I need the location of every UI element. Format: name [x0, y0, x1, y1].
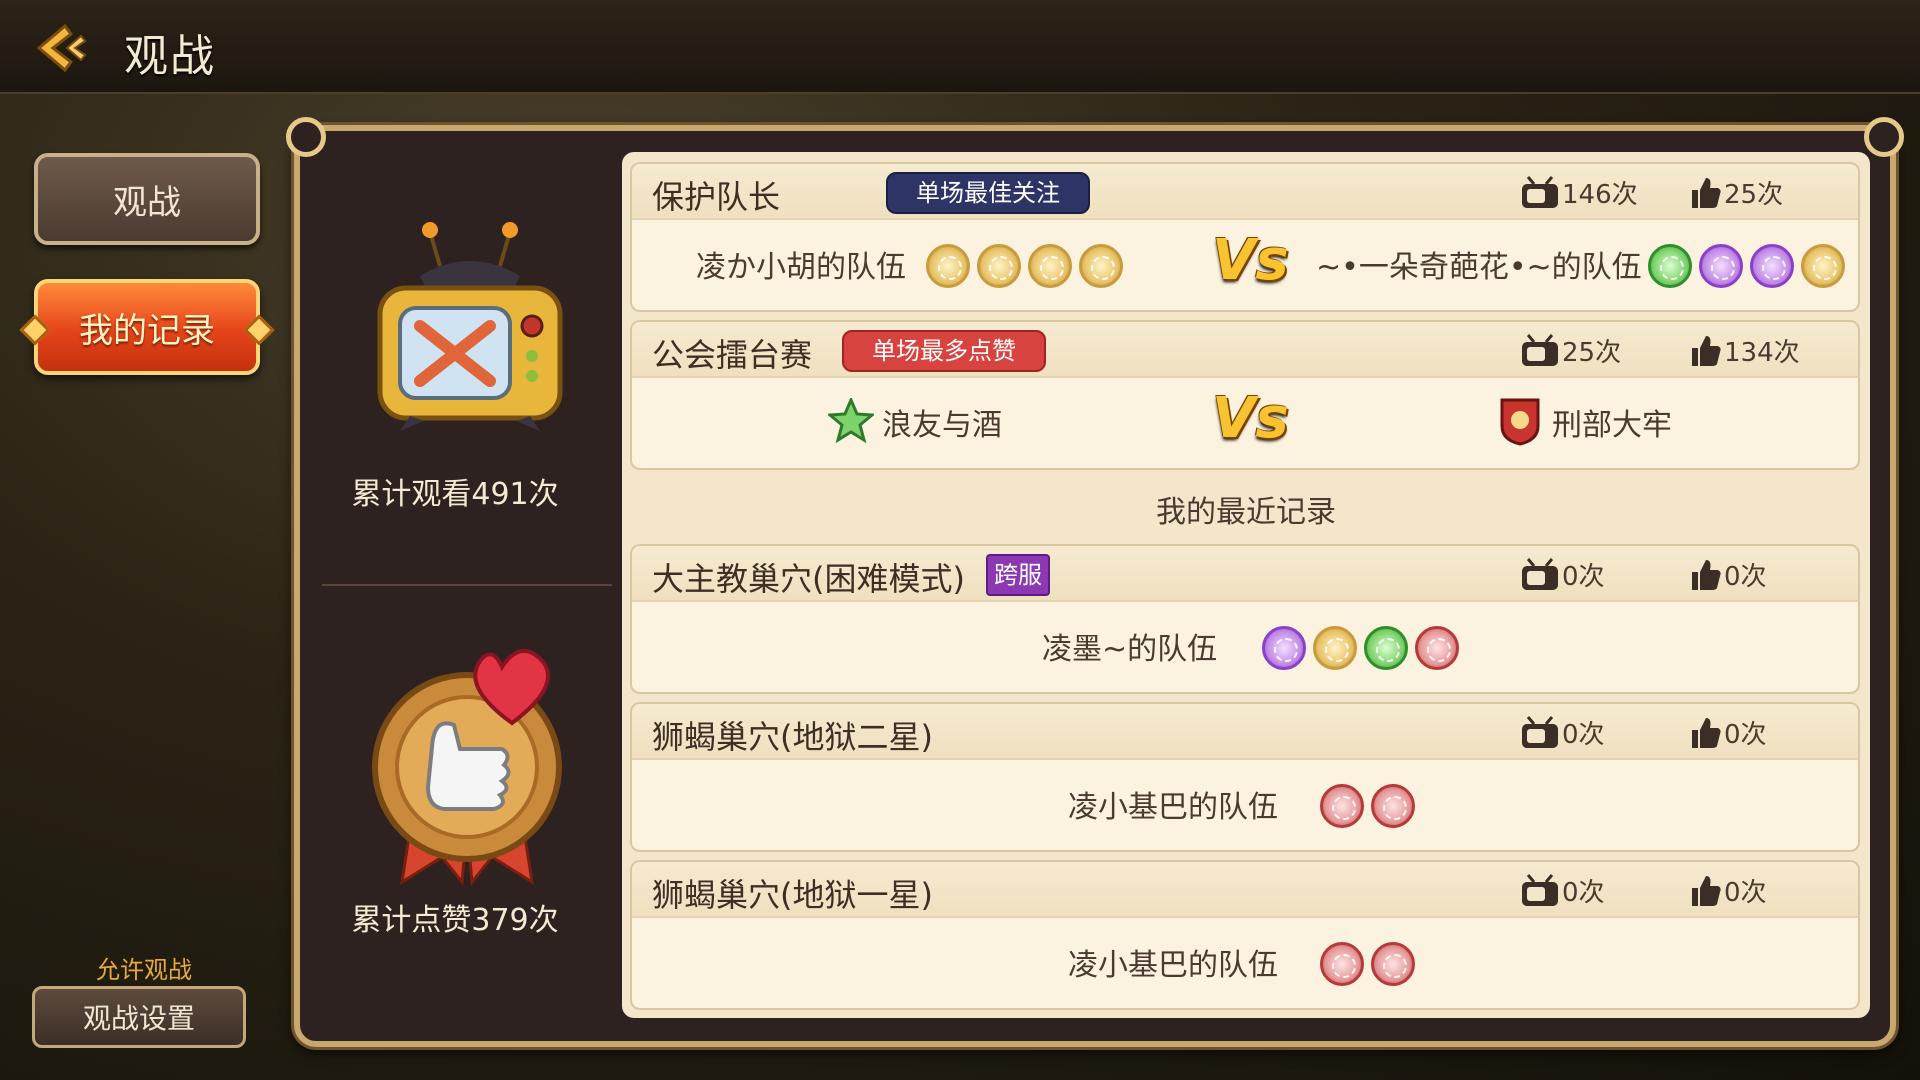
- hero-portrait-icon: [926, 244, 970, 288]
- match-title: 保护队长: [652, 178, 781, 216]
- hero-portrait-icon: [1699, 244, 1743, 288]
- like-count[interactable]: 0次: [1690, 556, 1767, 593]
- stats-divider: [322, 584, 612, 586]
- match-card[interactable]: 公会擂台赛 单场最多点赞 25次 134次 浪友与酒 Vs 刑部大牢: [630, 320, 1860, 470]
- team-name: 凌墨~的队伍: [1042, 632, 1218, 667]
- record-card[interactable]: 狮蝎巢穴(地狱一星) 0次 0次 凌小基巴的队伍: [630, 860, 1860, 1010]
- view-count-value: 25次: [1562, 338, 1622, 368]
- thumbs-up-icon: [1692, 177, 1721, 208]
- team-name: 凌小基巴的队伍: [1068, 948, 1278, 983]
- right-guild-name: 刑部大牢: [1552, 408, 1672, 443]
- record-title: 狮蝎巢穴(地狱一星): [652, 876, 933, 914]
- tv-icon: [1522, 873, 1558, 906]
- thumbs-up-icon: [1692, 717, 1721, 748]
- view-count-value: 146次: [1562, 180, 1638, 210]
- best-attention-badge: 单场最佳关注: [886, 172, 1090, 214]
- back-arrow-icon: [36, 23, 87, 73]
- match-title: 公会擂台赛: [652, 336, 813, 374]
- left-team-name: 凌か小胡的队伍: [696, 250, 906, 285]
- like-count-value: 134次: [1724, 338, 1800, 368]
- record-title: 狮蝎巢穴(地狱二星): [652, 718, 933, 756]
- hero-portrait-icon: [1079, 244, 1123, 288]
- tv-icon: [1522, 175, 1558, 208]
- tv-icon: [1522, 715, 1558, 748]
- tab-left-ornament: [19, 314, 51, 346]
- view-count-value: 0次: [1562, 562, 1605, 592]
- record-title: 大主教巢穴(困难模式): [652, 560, 965, 598]
- spectate-settings-label: 观战设置: [82, 1002, 195, 1035]
- vs-label: Vs: [1212, 228, 1289, 293]
- thumbs-up-icon: [1692, 335, 1721, 366]
- my-records-tab[interactable]: 我的记录: [19, 279, 275, 375]
- right-team-name: ~•一朵奇葩花•~的队伍: [1316, 250, 1642, 285]
- frame-corner-ornament: [1864, 117, 1904, 157]
- hero-portrait-icon: [1750, 244, 1794, 288]
- left-guild-name: 浪友与酒: [882, 408, 1002, 443]
- view-count: 0次: [1520, 714, 1605, 751]
- my-records-tab-label: 我的记录: [79, 310, 215, 351]
- spectate-tab-label: 观战: [113, 182, 181, 223]
- hero-portrait-icon: [977, 244, 1021, 288]
- view-count: 146次: [1520, 174, 1638, 211]
- like-count-value: 25次: [1724, 180, 1784, 210]
- guild-emblem-icon: [1500, 398, 1540, 446]
- view-count: 0次: [1520, 556, 1605, 593]
- total-views-label: 累计观看491次: [351, 477, 559, 512]
- hero-portrait-icon: [1648, 244, 1692, 288]
- view-count: 25次: [1520, 332, 1621, 369]
- view-count-value: 0次: [1562, 720, 1605, 750]
- like-count-value: 0次: [1724, 562, 1767, 592]
- most-likes-badge: 单场最多点赞: [842, 330, 1046, 372]
- like-count[interactable]: 0次: [1690, 714, 1767, 751]
- cross-server-badge: 跨服: [986, 554, 1050, 596]
- like-count-value: 0次: [1724, 878, 1767, 908]
- like-count-value: 0次: [1724, 720, 1767, 750]
- top-bar: 观战: [0, 0, 1920, 94]
- team-name: 凌小基巴的队伍: [1068, 790, 1278, 825]
- record-card[interactable]: 大主教巢穴(困难模式) 跨服 0次 0次 凌墨~的队伍: [630, 544, 1860, 694]
- view-count-value: 0次: [1562, 878, 1605, 908]
- like-medal-icon: [372, 649, 562, 886]
- back-button[interactable]: [26, 18, 96, 78]
- records-list: 保护队长 单场最佳关注 146次 25次 凌か小胡的队伍 Vs ~•一朵奇葩花•…: [622, 152, 1870, 1018]
- view-count: 0次: [1520, 872, 1605, 909]
- hero-portrait-icon: [1313, 626, 1357, 670]
- like-count[interactable]: 134次: [1690, 332, 1800, 369]
- spectate-tab[interactable]: 观战: [34, 153, 260, 245]
- total-likes-label: 累计点赞379次: [351, 903, 559, 938]
- spectate-settings-button[interactable]: 观战设置: [32, 986, 246, 1048]
- tv-icon: [1522, 333, 1558, 366]
- hero-portrait-icon: [1320, 942, 1364, 986]
- like-count[interactable]: 25次: [1690, 174, 1783, 211]
- stats-panel: 累计观看491次 累计点赞379次: [300, 132, 612, 1040]
- tab-right-ornament: [243, 314, 275, 346]
- hero-portrait-icon: [1320, 784, 1364, 828]
- thumbs-up-icon: [1692, 875, 1721, 906]
- hero-portrait-icon: [1371, 942, 1415, 986]
- hero-portrait-icon: [1364, 626, 1408, 670]
- guild-emblem-icon: [828, 398, 874, 444]
- record-card[interactable]: 狮蝎巢穴(地狱二星) 0次 0次 凌小基巴的队伍: [630, 702, 1860, 852]
- hero-portrait-icon: [1415, 626, 1459, 670]
- recent-records-label: 我的最近记录: [1156, 495, 1336, 530]
- page-title: 观战: [124, 31, 216, 82]
- hero-portrait-icon: [1371, 784, 1415, 828]
- hero-portrait-icon: [1801, 244, 1845, 288]
- thumbs-up-icon: [1692, 559, 1721, 590]
- tv-icon: [1522, 557, 1558, 590]
- trophy-tv-icon: [377, 222, 563, 431]
- allow-spectate-label: 允许观战: [96, 956, 192, 984]
- like-count[interactable]: 0次: [1690, 872, 1767, 909]
- match-card[interactable]: 保护队长 单场最佳关注 146次 25次 凌か小胡的队伍 Vs ~•一朵奇葩花•…: [630, 162, 1860, 312]
- vs-label: Vs: [1212, 386, 1289, 451]
- hero-portrait-icon: [1262, 626, 1306, 670]
- hero-portrait-icon: [1028, 244, 1072, 288]
